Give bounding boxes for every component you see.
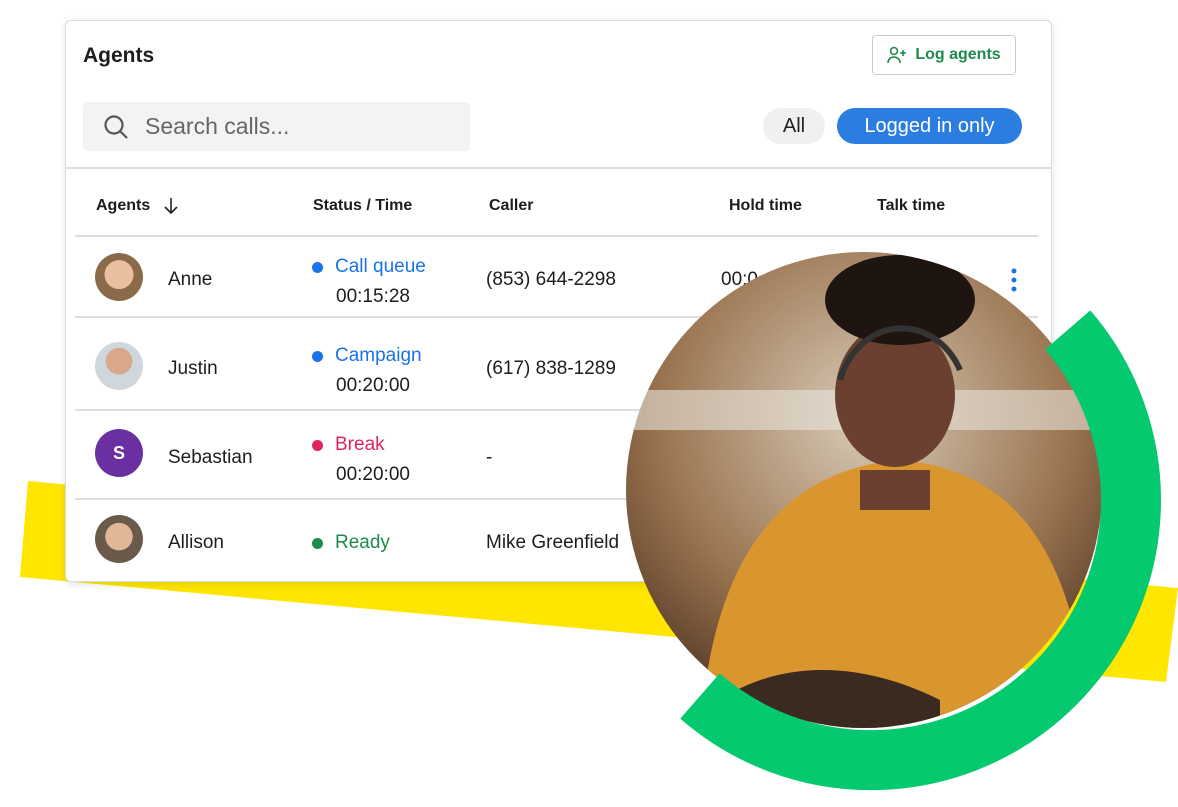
hero-photo-group xyxy=(626,252,1162,791)
